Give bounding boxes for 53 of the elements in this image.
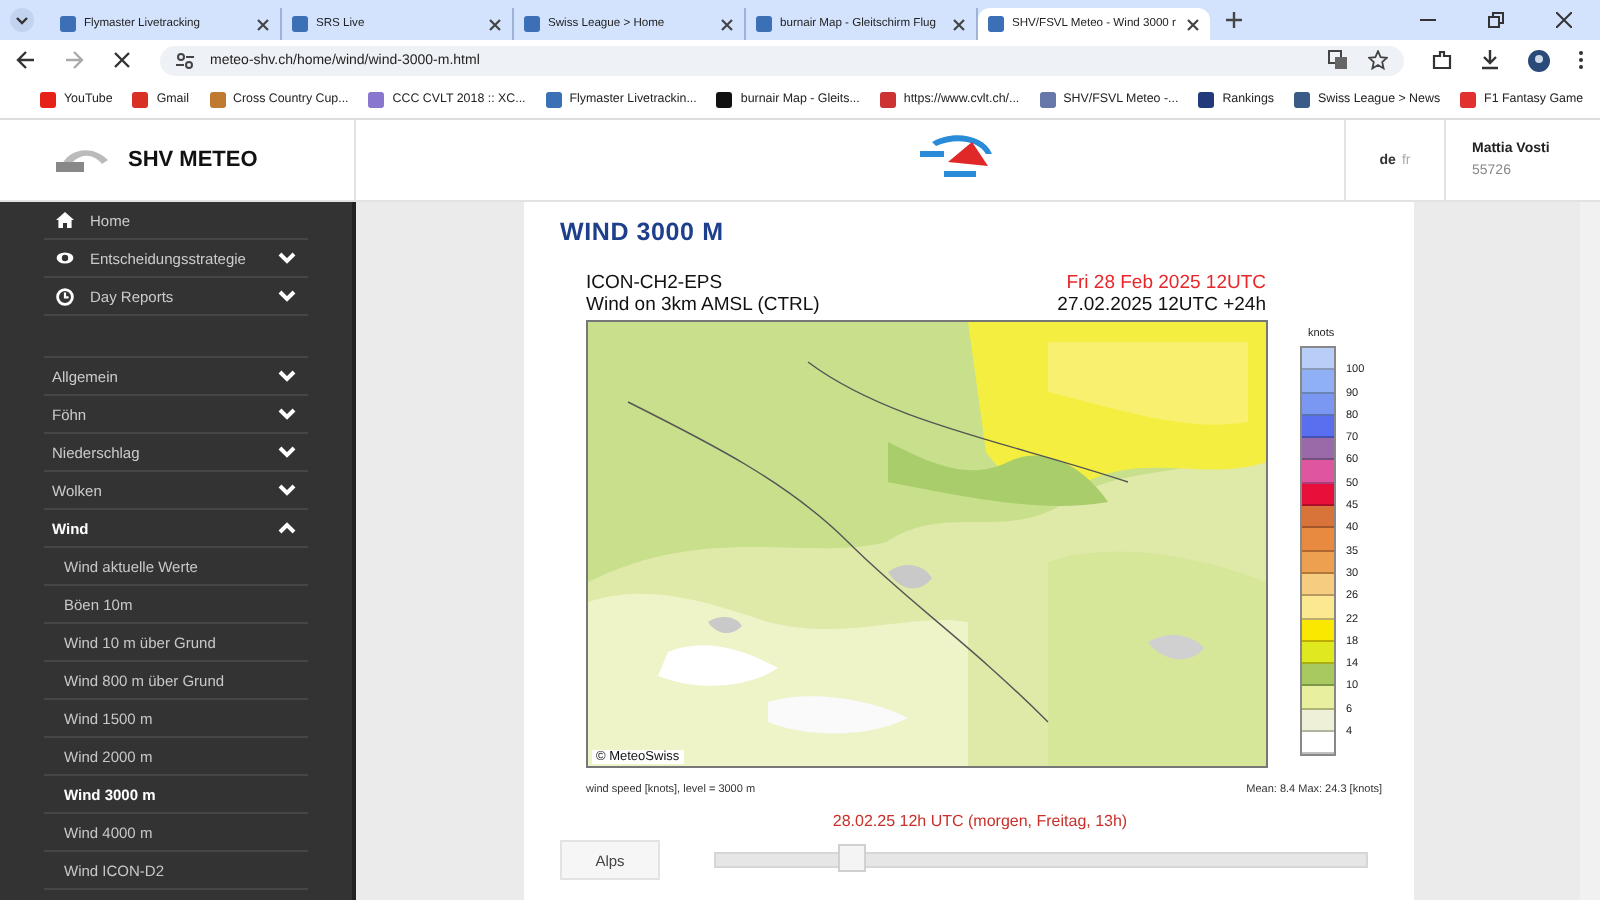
download-icon[interactable] [1480, 50, 1500, 70]
translate-icon[interactable] [1328, 50, 1348, 70]
scrollbar[interactable] [1580, 202, 1600, 900]
favicon-icon [209, 91, 225, 107]
close-icon[interactable] [952, 17, 966, 31]
chevron-down-icon[interactable] [278, 370, 296, 382]
favicon-icon [988, 16, 1004, 32]
chevron-up-icon[interactable] [278, 522, 296, 534]
close-icon[interactable] [1186, 17, 1200, 31]
avatar-icon[interactable] [1528, 49, 1550, 71]
favicon-icon [1293, 91, 1310, 107]
chevron-down-icon[interactable] [278, 484, 296, 496]
eye-icon [56, 249, 74, 267]
favicon-icon [40, 91, 56, 107]
favicon-icon [368, 91, 385, 107]
run-time: 27.02.2025 12UTC +24h [1057, 294, 1266, 316]
model-name: ICON-CH2-EPS [586, 272, 725, 294]
stop-icon[interactable] [112, 50, 132, 70]
slider-thumb[interactable] [838, 844, 867, 872]
chevron-down-icon[interactable] [278, 408, 296, 420]
new-tab-icon[interactable] [1226, 12, 1242, 28]
logo-text[interactable]: SHV METEO [128, 148, 258, 172]
close-icon[interactable] [256, 17, 270, 31]
favicon-icon [524, 16, 540, 32]
chevron-down-icon[interactable] [278, 252, 296, 264]
favicon-icon [1198, 91, 1215, 107]
chevron-down-icon[interactable] [278, 290, 296, 302]
clock-icon [56, 287, 74, 305]
favicon-icon [879, 91, 896, 107]
favicon-icon [545, 91, 562, 107]
home-icon [56, 211, 74, 229]
favicon-icon [1460, 91, 1477, 107]
tab-list-icon[interactable] [10, 8, 34, 32]
favicon-icon [756, 16, 772, 32]
valid-time: Fri 28 Feb 2025 12UTC [1064, 272, 1266, 294]
page-title: WIND 3000 M [560, 218, 726, 246]
favicon-icon [292, 16, 308, 32]
back-icon[interactable] [16, 50, 36, 70]
more-icon[interactable] [1578, 50, 1584, 70]
close-icon[interactable] [1556, 12, 1572, 28]
favicon-icon [60, 16, 76, 32]
chevron-down-icon[interactable] [278, 446, 296, 458]
close-icon[interactable] [488, 17, 502, 31]
close-icon[interactable] [720, 17, 734, 31]
favicon-icon [1039, 91, 1056, 107]
star-icon[interactable] [1368, 50, 1388, 70]
restore-icon[interactable] [1488, 12, 1504, 28]
favicon-icon [716, 91, 733, 107]
chart-subtitle: Wind on 3km AMSL (CTRL) [586, 294, 820, 316]
extensions-icon[interactable] [1432, 50, 1452, 70]
time-label: 28.02.25 12h UTC (morgen, Freitag, 13h) [830, 812, 1130, 830]
site-settings-icon[interactable] [176, 51, 194, 69]
favicon-icon [132, 91, 149, 107]
